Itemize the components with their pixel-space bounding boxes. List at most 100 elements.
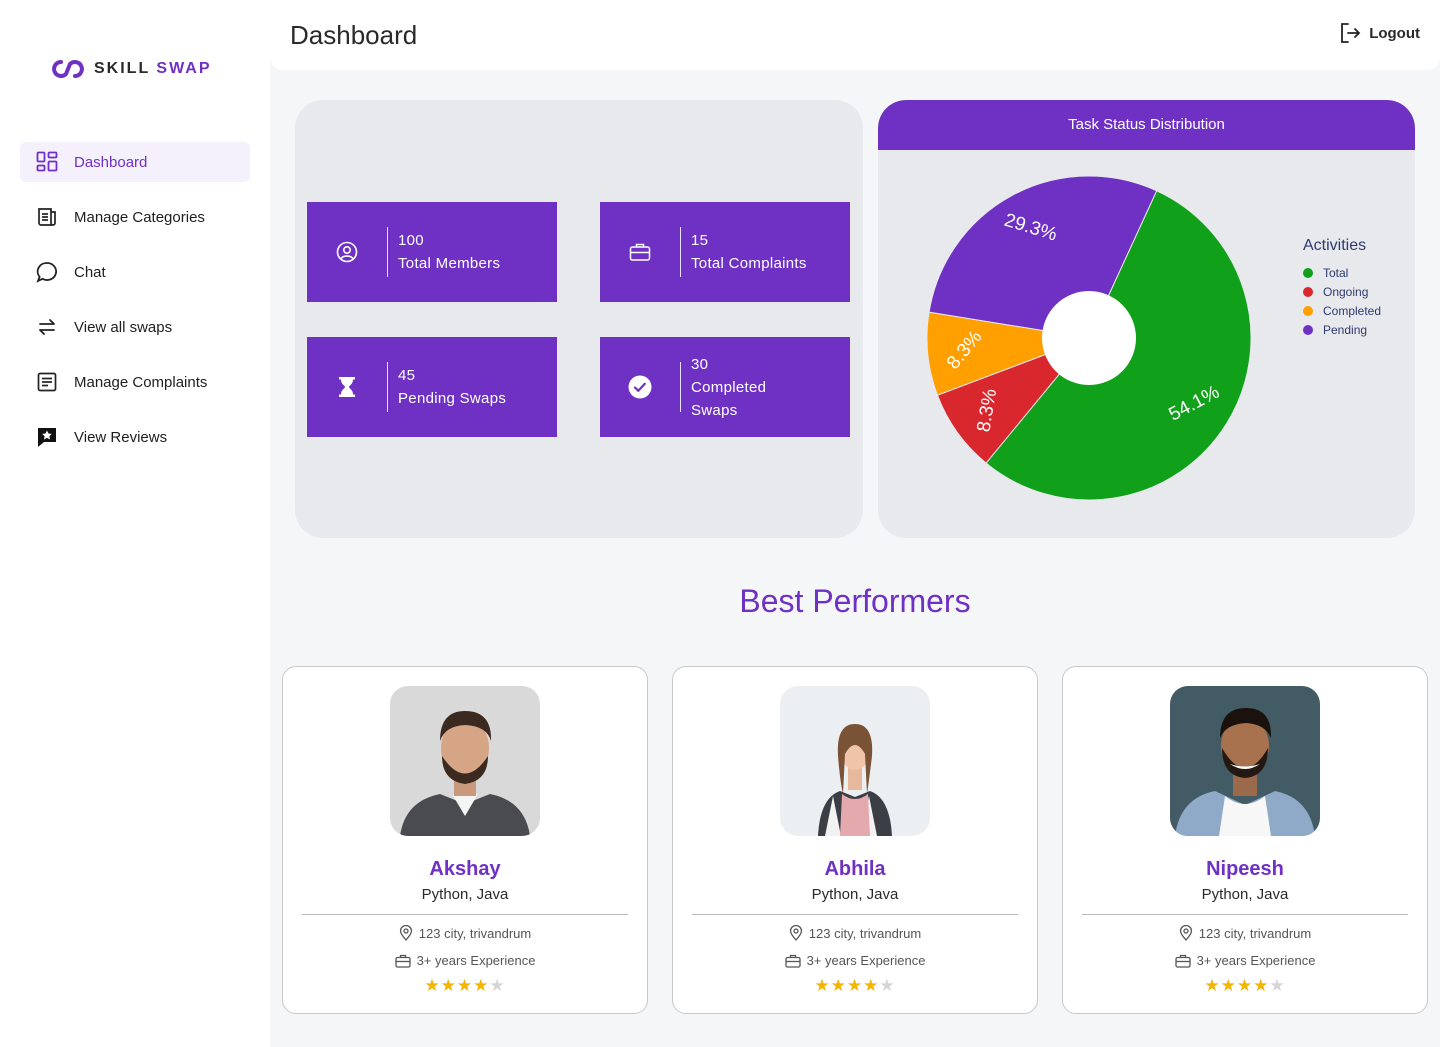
stats-panel: 100 Total Members 15 Total Complaints 45… xyxy=(295,100,863,538)
infinity-link-icon xyxy=(52,60,84,78)
check-circle-icon xyxy=(600,375,680,399)
sidebar-item-view-reviews[interactable]: View Reviews xyxy=(20,417,250,457)
star-filled-icon: ★ xyxy=(814,976,831,995)
logout-icon xyxy=(1341,23,1361,43)
performer-name: Nipeesh xyxy=(1206,858,1284,880)
legend-swatch xyxy=(1303,267,1313,278)
star-empty-icon: ★ xyxy=(489,976,506,995)
hourglass-icon xyxy=(307,376,387,398)
pie-chart: 54.1%8.3%8.3%29.3% xyxy=(926,175,1252,501)
scroll-list-icon xyxy=(35,205,59,229)
stat-card-completed-swaps[interactable]: 30 Completed Swaps xyxy=(600,337,850,437)
logout-button[interactable]: Logout xyxy=(1339,22,1420,44)
legend-item[interactable]: Pending xyxy=(1303,320,1381,339)
legend-item[interactable]: Completed xyxy=(1303,301,1381,320)
divider xyxy=(692,914,1018,915)
stat-label: Total Complaints xyxy=(691,255,807,272)
logo-text-skill: SKILL xyxy=(94,60,150,77)
performer-card[interactable]: Abhila Python, Java 123 city, trivandrum… xyxy=(672,666,1038,1014)
location-pin-icon xyxy=(1179,925,1192,941)
sidebar-item-label: Manage Complaints xyxy=(74,373,208,391)
user-circle-icon xyxy=(307,241,387,263)
performer-location: 123 city, trivandrum xyxy=(1198,925,1312,941)
star-filled-icon: ★ xyxy=(830,976,847,995)
performer-skills: Python, Java xyxy=(1201,886,1289,903)
stat-label: Swaps xyxy=(691,401,738,419)
performer-card[interactable]: Akshay Python, Java 123 city, trivandrum… xyxy=(282,666,648,1014)
chart-panel: Task Status Distribution 54.1% 8.3% 8.3% 29… xyxy=(878,100,1415,538)
performer-experience: 3+ years Experience xyxy=(1196,953,1316,968)
avatar xyxy=(780,686,930,836)
star-filled-icon: ★ xyxy=(456,976,474,995)
star-filled-icon: ★ xyxy=(473,976,490,995)
performer-experience: 3+ years Experience xyxy=(416,953,536,968)
app-logo[interactable]: SKILL SWAP xyxy=(52,58,212,80)
briefcase-icon xyxy=(394,954,411,968)
legend-label: Ongoing xyxy=(1323,284,1369,299)
sidebar-item-manage-categories[interactable]: Manage Categories xyxy=(20,197,250,237)
avatar xyxy=(1170,686,1320,836)
star-filled-icon: ★ xyxy=(863,976,880,995)
chart-legend: Activities Total Ongoing Completed Pending xyxy=(1303,237,1381,339)
sidebar-item-label: View Reviews xyxy=(74,428,168,446)
dashboard-grid-icon xyxy=(35,150,59,174)
performer-card[interactable]: Nipeesh Python, Java 123 city, trivandru… xyxy=(1062,666,1428,1014)
briefcase-icon xyxy=(784,954,801,968)
star-filled-icon: ★ xyxy=(1204,976,1221,995)
legend-title: Activities xyxy=(1303,237,1367,254)
legend-item[interactable]: Ongoing xyxy=(1303,282,1381,301)
performer-experience: 3+ years Experience xyxy=(806,953,926,968)
star-rating: ★★★★★ xyxy=(673,976,1037,996)
divider xyxy=(302,914,628,915)
legend-swatch xyxy=(1303,286,1313,297)
divider xyxy=(680,362,681,412)
star-filled-icon: ★ xyxy=(1253,976,1270,995)
legend-label: Completed xyxy=(1323,303,1382,318)
sidebar-item-label: Manage Categories xyxy=(74,208,205,226)
stat-card-pending-swaps[interactable]: 45 Pending Swaps xyxy=(307,337,557,437)
performer-location: 123 city, trivandrum xyxy=(418,925,532,941)
star-rating: ★★★★★ xyxy=(283,976,647,996)
performer-name: Akshay xyxy=(429,858,501,880)
logout-label: Logout xyxy=(1369,24,1420,42)
divider xyxy=(680,227,681,277)
stat-card-total-complaints[interactable]: 15 Total Complaints xyxy=(600,202,850,302)
sidebar-item-label: Dashboard xyxy=(74,153,148,171)
avatar xyxy=(390,686,540,836)
legend-swatch xyxy=(1303,305,1313,316)
star-filled-icon: ★ xyxy=(424,976,441,995)
section-title-best-performers: Best Performers xyxy=(739,583,971,619)
sidebar-item-dashboard[interactable]: Dashboard xyxy=(20,142,250,182)
stat-label: Total Members xyxy=(398,255,501,272)
legend-item[interactable]: Total xyxy=(1303,263,1381,282)
donut-hole xyxy=(1042,291,1136,385)
logo-text-swap: SWAP xyxy=(156,60,212,77)
sidebar-item-manage-complaints[interactable]: Manage Complaints xyxy=(20,362,250,402)
chart-title: Task Status Distribution xyxy=(878,100,1415,150)
star-filled-icon: ★ xyxy=(1220,976,1237,995)
stat-card-total-members[interactable]: 100 Total Members xyxy=(307,202,557,302)
legend-swatch xyxy=(1303,324,1313,335)
swap-arrows-icon xyxy=(35,315,59,339)
chat-bubble-icon xyxy=(35,260,59,284)
stat-label: Pending Swaps xyxy=(398,390,507,407)
stat-value: 15 xyxy=(691,232,709,249)
star-filled-icon: ★ xyxy=(1236,976,1254,995)
stat-value: 30 xyxy=(691,355,709,373)
divider xyxy=(1082,914,1408,915)
performer-skills: Python, Java xyxy=(421,886,509,903)
star-empty-icon: ★ xyxy=(1269,976,1286,995)
star-empty-icon: ★ xyxy=(879,976,896,995)
sidebar-item-view-all-swaps[interactable]: View all swaps xyxy=(20,307,250,347)
stat-value: 45 xyxy=(398,367,416,384)
sidebar-nav: Dashboard Manage Categories Chat View al… xyxy=(20,142,250,472)
sidebar-item-label: View all swaps xyxy=(74,318,173,336)
performer-location: 123 city, trivandrum xyxy=(808,925,922,941)
performer-skills: Python, Java xyxy=(811,886,899,903)
star-filled-icon: ★ xyxy=(440,976,457,995)
star-review-icon xyxy=(35,425,59,449)
performer-name: Abhila xyxy=(824,858,886,880)
stat-label: Completed xyxy=(691,378,767,396)
sidebar-item-label: Chat xyxy=(74,263,106,281)
sidebar-item-chat[interactable]: Chat xyxy=(20,252,250,292)
